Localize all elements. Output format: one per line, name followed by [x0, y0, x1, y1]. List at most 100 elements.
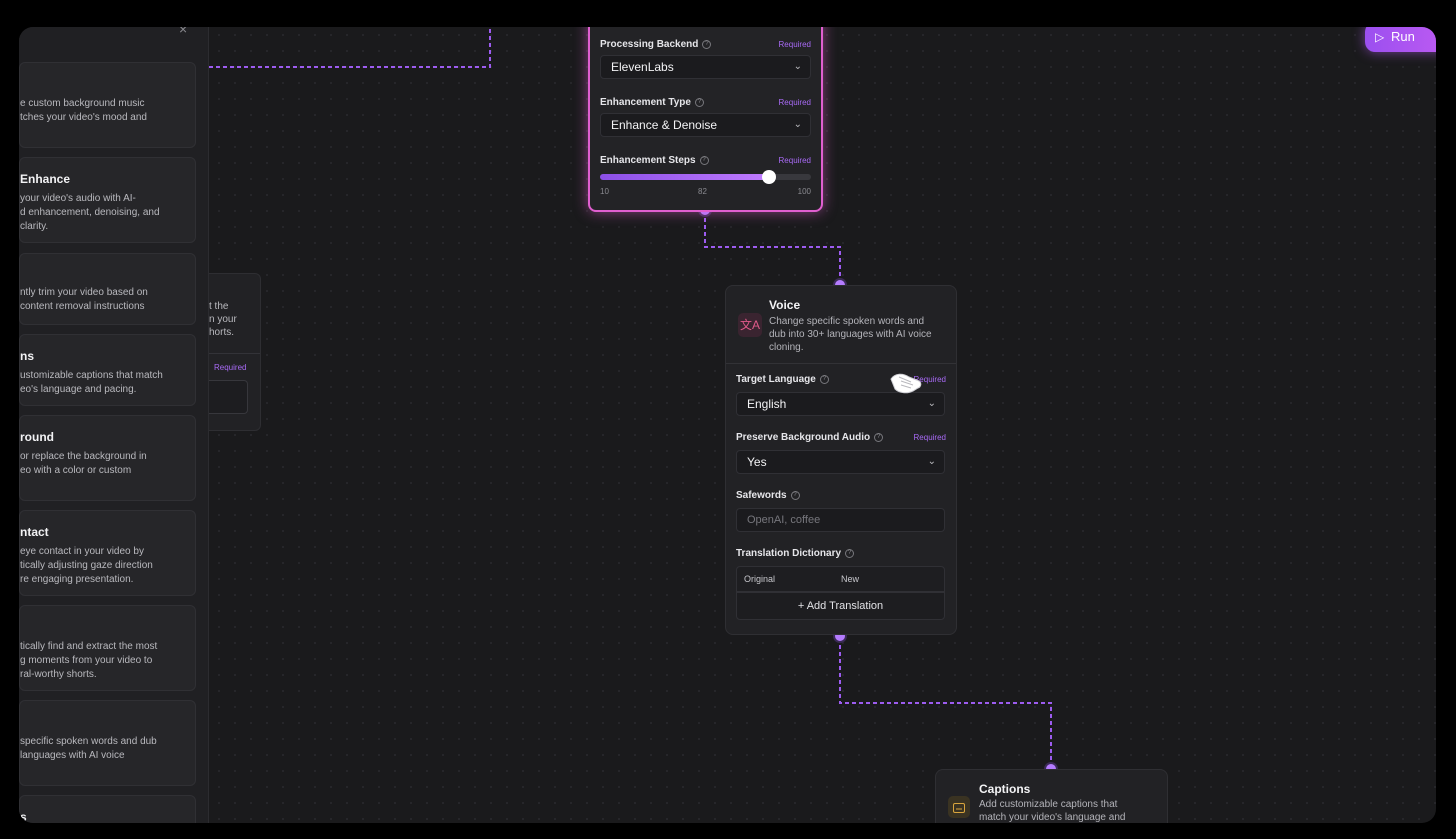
library-card-music[interactable]: e custom background music tches your vid…	[19, 62, 196, 148]
add-translation-button[interactable]: + Add Translation	[736, 592, 945, 620]
slider-min-label: 10	[600, 187, 609, 196]
required-badge: Required	[913, 433, 946, 442]
help-icon[interactable]: ?	[845, 548, 855, 558]
required-badge: Required	[214, 363, 247, 372]
captions-node[interactable]: Captions Add customizable captions that …	[935, 769, 1168, 823]
required-badge: Required	[778, 40, 811, 49]
hand-cursor-icon	[890, 373, 922, 394]
select-value: Yes	[747, 455, 767, 469]
col-new: New	[841, 574, 860, 584]
library-card-partial[interactable]: s	[19, 795, 196, 823]
target-language-select[interactable]: English ⌄	[736, 392, 945, 416]
help-icon[interactable]: ?	[790, 490, 800, 500]
chevron-down-icon: ⌄	[793, 119, 802, 130]
card-desc-line: eye contact in your video by	[20, 546, 144, 557]
card-desc-line: specific spoken words and dub	[20, 736, 157, 747]
help-icon[interactable]: ?	[702, 39, 712, 49]
enhancement-type-select[interactable]: Enhance & Denoise ⌄	[600, 113, 811, 137]
node-library-sidebar: × e custom background music tches your v…	[19, 27, 209, 823]
card-desc-line: or replace the background in	[20, 451, 147, 462]
card-desc-line: re engaging presentation.	[20, 574, 134, 585]
workflow-canvas[interactable]: × e custom background music tches your v…	[19, 27, 1436, 823]
run-button[interactable]: ▷ Run	[1365, 27, 1436, 52]
chevron-down-icon: ⌄	[927, 398, 936, 409]
card-desc-line: ustomizable captions that match	[20, 370, 163, 381]
hidden-node[interactable]: t the n your horts. Required	[209, 273, 261, 431]
library-card-voice[interactable]: specific spoken words and dub languages …	[19, 700, 196, 786]
translate-icon: 文A	[738, 313, 762, 337]
desc-line: match your video's language and	[979, 812, 1126, 823]
label-text: Safewords	[736, 490, 787, 501]
card-title: s	[20, 810, 27, 823]
desc-line: n your	[209, 314, 237, 325]
slider-fill	[600, 174, 769, 180]
card-desc-line: tically find and extract the most	[20, 641, 158, 652]
card-desc-line: eo's language and pacing.	[20, 384, 137, 395]
slider-value-label: 82	[698, 187, 707, 196]
label-text: Preserve Background Audio	[736, 432, 871, 443]
select-value: Enhance & Denoise	[611, 118, 718, 132]
select-value: English	[747, 397, 787, 411]
voice-node[interactable]: 文A Voice Change specific spoken words an…	[725, 285, 957, 635]
help-icon[interactable]: ?	[874, 432, 884, 442]
library-card-captions[interactable]: ns ustomizable captions that match eo's …	[19, 334, 196, 406]
node-description: Change specific spoken words and dub int…	[769, 315, 932, 354]
card-desc-line: your video's audio with AI-	[20, 193, 136, 204]
help-icon[interactable]: ?	[819, 374, 829, 384]
captions-icon	[948, 796, 970, 818]
field-label-enhancement-steps: Enhancement Steps?	[600, 155, 709, 166]
library-card-background[interactable]: round or replace the background in eo wi…	[19, 415, 196, 501]
hidden-node-select[interactable]	[209, 380, 248, 414]
label-text: Translation Dictionary	[736, 548, 842, 559]
desc-line: horts.	[209, 327, 235, 338]
card-desc-line: g moments from your video to	[20, 655, 153, 666]
label-text: Target Language	[736, 374, 816, 385]
enhancement-steps-slider[interactable]	[600, 170, 811, 184]
connection-sidebar-to-top	[209, 27, 491, 68]
card-desc-line: content removal instructions	[20, 301, 145, 312]
hidden-node-desc: t the n your horts.	[209, 300, 237, 339]
slider-thumb[interactable]	[762, 170, 776, 184]
safewords-input[interactable]: OpenAI, coffee	[736, 508, 945, 532]
desc-line: cloning.	[769, 342, 804, 353]
divider	[726, 363, 956, 364]
chevron-down-icon: ⌄	[793, 61, 802, 72]
card-desc-line: tches your video's mood and	[20, 112, 147, 123]
preserve-background-audio-select[interactable]: Yes ⌄	[736, 450, 945, 474]
card-title: ns	[20, 349, 35, 363]
label-text: Processing Backend	[600, 39, 699, 50]
audio-enhance-node[interactable]: Processing Backend? Required ElevenLabs …	[588, 27, 823, 212]
desc-line: t the	[209, 301, 229, 312]
field-label-processing-backend: Processing Backend?	[600, 39, 712, 50]
help-icon[interactable]: ?	[699, 155, 709, 165]
library-card-shorts[interactable]: tically find and extract the most g mome…	[19, 605, 196, 691]
card-title: round	[20, 430, 54, 444]
card-desc-line: ral-worthy shorts.	[20, 669, 97, 680]
library-card-enhance[interactable]: Enhance your video's audio with AI- d en…	[19, 157, 196, 243]
close-icon[interactable]: ×	[179, 27, 187, 37]
field-label-translation-dictionary: Translation Dictionary?	[736, 548, 855, 559]
node-title: Voice	[769, 298, 801, 312]
card-desc-line: ntly trim your video based on	[20, 287, 148, 298]
processing-backend-select[interactable]: ElevenLabs ⌄	[600, 55, 811, 79]
label-text: Enhancement Type	[600, 97, 691, 108]
card-title: Enhance	[20, 172, 71, 186]
col-original: Original	[744, 574, 776, 584]
library-card-trim[interactable]: ntly trim your video based on content re…	[19, 253, 196, 325]
help-icon[interactable]: ?	[694, 97, 704, 107]
card-desc-line: eo with a color or custom	[20, 465, 132, 476]
field-label-enhancement-type: Enhancement Type?	[600, 97, 704, 108]
field-label-safewords: Safewords?	[736, 490, 800, 501]
label-text: Enhancement Steps	[600, 155, 696, 166]
field-label-preserve-background-audio: Preserve Background Audio?	[736, 432, 884, 443]
card-desc-line: tically adjusting gaze direction	[20, 560, 153, 571]
field-label-target-language: Target Language?	[736, 374, 829, 385]
dictionary-header: Original New	[736, 566, 945, 592]
desc-line: Add customizable captions that	[979, 799, 1118, 810]
required-badge: Required	[778, 156, 811, 165]
node-title: Captions	[979, 782, 1031, 796]
divider	[209, 353, 260, 354]
library-card-eye-contact[interactable]: ntact eye contact in your video by tical…	[19, 510, 196, 596]
card-desc-line: languages with AI voice	[20, 750, 125, 761]
card-desc-line: d enhancement, denoising, and	[20, 207, 160, 218]
